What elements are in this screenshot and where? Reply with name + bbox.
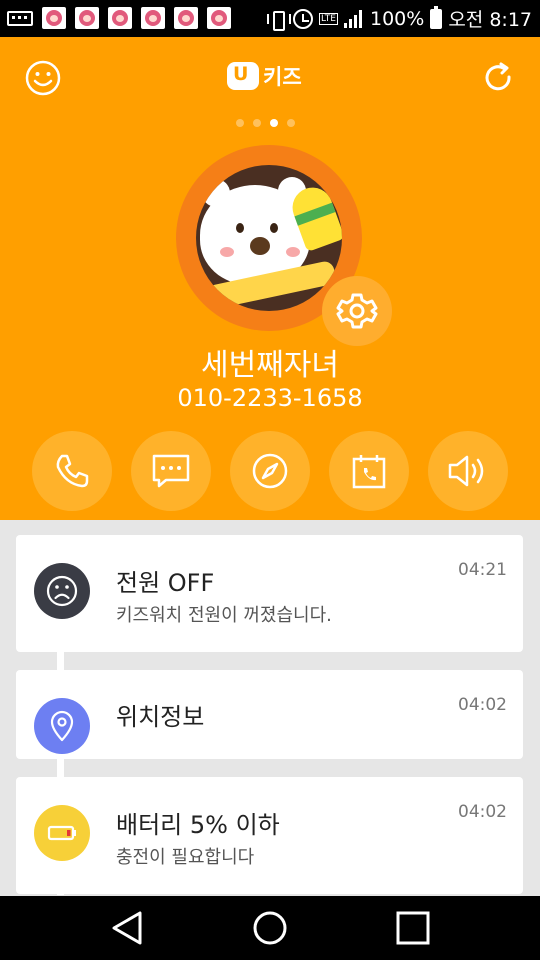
page-dot — [287, 119, 295, 127]
smiley-icon — [25, 60, 61, 96]
clock: 오전 8:17 — [448, 9, 532, 31]
notification-icon — [42, 7, 66, 29]
feed-item-subtitle: 충전이 필요합니다 — [116, 847, 255, 868]
feed-item-time: 04:02 — [458, 802, 507, 822]
home-circle-icon — [253, 911, 287, 945]
emoji-button[interactable] — [24, 59, 62, 97]
page-dot — [236, 119, 244, 127]
refresh-icon — [485, 62, 511, 91]
child-name: 세번째자녀 — [201, 348, 339, 383]
child-phone-number: 010-2233-1658 — [177, 384, 363, 412]
feed-icon-circle — [34, 563, 90, 619]
notification-icon — [141, 7, 165, 29]
gear-icon — [336, 293, 378, 329]
phone-icon — [56, 454, 89, 488]
avatar — [196, 165, 342, 311]
battery-icon — [430, 5, 443, 29]
location-pin-icon — [50, 710, 74, 742]
recents-button[interactable] — [393, 908, 433, 948]
location-button[interactable] — [230, 431, 310, 511]
logo-text: 키즈 — [263, 65, 302, 89]
alarm-icon — [293, 8, 314, 29]
low-battery-icon — [47, 825, 76, 841]
uplus-logo-icon — [227, 62, 259, 90]
volume-icon — [448, 455, 484, 487]
message-icon — [152, 454, 190, 488]
feed-item-time: 04:21 — [458, 560, 507, 580]
feed-item-power-off[interactable]: 전원 OFF 키즈워치 전원이 꺼졌습니다. 04:21 — [16, 535, 523, 652]
refresh-button[interactable] — [480, 59, 518, 97]
notification-icon — [108, 7, 132, 29]
more-notifications-icon — [7, 11, 33, 26]
call-button[interactable] — [32, 431, 112, 511]
notification-icon — [75, 7, 99, 29]
feed-item-time: 04:02 — [458, 695, 507, 715]
compass-icon — [252, 453, 288, 489]
feed-icon-circle — [34, 805, 90, 861]
signal-icon — [344, 9, 364, 28]
system-navigation-bar — [0, 896, 540, 960]
calendar-phone-icon — [352, 455, 386, 489]
notification-icon — [207, 7, 231, 29]
home-button[interactable] — [250, 908, 290, 948]
recents-square-icon — [396, 911, 430, 945]
lte-icon: LTE — [319, 12, 338, 25]
settings-button[interactable] — [322, 276, 392, 346]
schedule-call-button[interactable] — [329, 431, 409, 511]
feed-item-title: 위치정보 — [116, 703, 205, 731]
volume-button[interactable] — [428, 431, 508, 511]
back-button[interactable] — [107, 908, 147, 948]
feed-item-location[interactable]: 위치정보 04:02 — [16, 670, 523, 759]
status-bar: LTE 100% 오전 8:17 — [0, 0, 540, 37]
page-dot — [253, 119, 261, 127]
back-triangle-icon — [112, 911, 142, 945]
notification-icon — [174, 7, 198, 29]
page-dot-active — [270, 119, 278, 127]
page-indicator — [236, 119, 295, 127]
vibrate-icon — [267, 9, 292, 31]
battery-percent: 100% — [370, 7, 425, 30]
profile-header: 키즈 — [0, 37, 540, 520]
app-logo: 키즈 — [227, 61, 302, 91]
feed-item-title: 배터리 5% 이하 — [116, 811, 280, 839]
feed-item-subtitle: 키즈워치 전원이 꺼졌습니다. — [116, 605, 332, 626]
feed-item-title: 전원 OFF — [116, 569, 215, 597]
sad-face-icon — [46, 575, 78, 607]
feed-item-battery[interactable]: 배터리 5% 이하 충전이 필요합니다 04:02 — [16, 777, 523, 894]
feed-icon-circle — [34, 698, 90, 754]
quick-actions — [32, 431, 508, 511]
message-button[interactable] — [131, 431, 211, 511]
